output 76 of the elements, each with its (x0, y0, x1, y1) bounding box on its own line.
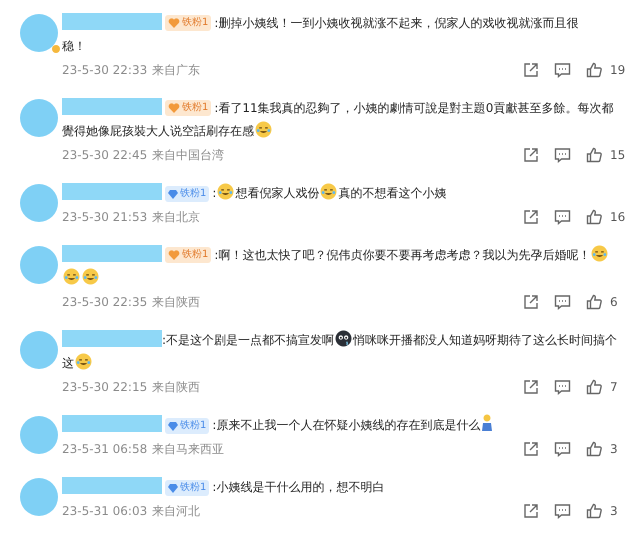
share-icon[interactable] (523, 503, 539, 519)
comment-location: 来自马来西亚 (152, 441, 224, 458)
thumbs-up-icon[interactable] (586, 62, 602, 78)
like-count: 19 (610, 62, 626, 79)
heart-icon (168, 249, 180, 261)
comment-location: 来自中国台湾 (152, 147, 224, 164)
thumbs-up-icon[interactable] (586, 441, 602, 457)
comment-text: :看了11集我真的忍夠了，小姨的劇情可說是對主題0貢獻甚至多餘。每次都 (214, 101, 614, 115)
like-count: 3 (610, 441, 619, 458)
like-count: 16 (610, 209, 626, 226)
comment-text: : (212, 186, 216, 200)
like-count: 3 (610, 503, 619, 520)
thumbs-up-icon[interactable] (586, 294, 602, 310)
like-count: 7 (610, 379, 619, 396)
comment-text: 覺得她像屁孩裝大人说空話刷存在感 (62, 124, 254, 138)
comment-text: 稳！ (62, 39, 86, 53)
crying-laughing-emoji-icon (63, 268, 80, 285)
diamond-icon (168, 189, 178, 199)
comment-time: 23-5-30 22:45 (62, 147, 148, 164)
crying-laughing-emoji-icon (82, 268, 99, 285)
crying-laughing-emoji-icon (591, 245, 608, 262)
diamond-icon (168, 421, 178, 431)
comment-text: :原来不止我一个人在怀疑小姨线的存在到底是什么 (212, 418, 480, 432)
comment-time: 23-5-30 22:35 (62, 294, 148, 311)
comment-text: 真的不想看这个小姨 (338, 186, 446, 200)
comment-icon[interactable] (554, 441, 571, 457)
comment-time: 23-5-31 06:03 (62, 503, 148, 520)
comment-text: :删掉小姨线！一到小姨收视就涨不起来，倪家人的戏收视就涨而且很 (214, 16, 578, 30)
like-count: 6 (610, 294, 619, 311)
comment-icon[interactable] (554, 503, 571, 519)
dark-face-emoji-icon (335, 330, 352, 347)
thumbs-up-icon[interactable] (586, 209, 602, 225)
comment-location: 来自广东 (152, 62, 200, 79)
comment-text: 想看倪家人戏份 (235, 186, 320, 200)
crying-laughing-emoji-icon (320, 183, 338, 200)
comment-text: 这 (62, 356, 74, 370)
comment-location: 来自河北 (152, 503, 200, 520)
share-icon[interactable] (523, 209, 539, 225)
fan-badge: 铁粉1 (165, 186, 210, 202)
thumbs-up-icon[interactable] (586, 379, 602, 395)
diamond-icon (168, 483, 178, 493)
share-icon[interactable] (523, 379, 539, 395)
crying-laughing-emoji-icon (255, 121, 272, 138)
comment-location: 来自陕西 (152, 294, 200, 311)
comment-time: 23-5-30 21:53 (62, 209, 148, 226)
comment-text: :不是这个剧是一点都不搞宣发啊 (162, 333, 334, 347)
comment-icon[interactable] (554, 209, 571, 225)
comment-icon[interactable] (554, 294, 571, 310)
comment-time: 23-5-31 06:58 (62, 441, 148, 458)
crying-laughing-emoji-icon (217, 183, 234, 200)
share-icon[interactable] (523, 441, 539, 457)
fan-badge: 铁粉1 (165, 100, 212, 116)
comment-text: :啊！这也太快了吧？倪伟贞你要不要再考虑考虑？我以为先孕后婚呢！ (214, 248, 590, 262)
comment-icon[interactable] (554, 147, 571, 163)
share-icon[interactable] (523, 62, 539, 78)
heart-icon (168, 102, 180, 114)
comment-time: 23-5-30 22:15 (62, 379, 148, 396)
crying-laughing-emoji-icon (75, 353, 92, 370)
fan-badge: 铁粉1 (165, 418, 210, 434)
person-emoji-icon (481, 414, 494, 432)
comment-icon[interactable] (554, 379, 571, 395)
comment-icon[interactable] (554, 62, 571, 78)
fan-badge: 铁粉1 (165, 15, 212, 31)
fan-badge: 铁粉1 (165, 247, 212, 263)
share-icon[interactable] (523, 147, 539, 163)
thumbs-up-icon[interactable] (586, 503, 602, 519)
share-icon[interactable] (523, 294, 539, 310)
comment-text: 悄咪咪开播都没人知道妈呀期待了这么长时间搞个 (353, 333, 618, 347)
like-count: 15 (610, 147, 626, 164)
comment-location: 来自陕西 (152, 379, 200, 396)
heart-icon (168, 17, 180, 29)
comment-text: :小姨线是干什么用的，想不明白 (212, 480, 384, 494)
thumbs-up-icon[interactable] (586, 147, 602, 163)
comment-time: 23-5-30 22:33 (62, 62, 148, 79)
comment-location: 来自北京 (152, 209, 200, 226)
fan-badge: 铁粉1 (165, 480, 210, 496)
